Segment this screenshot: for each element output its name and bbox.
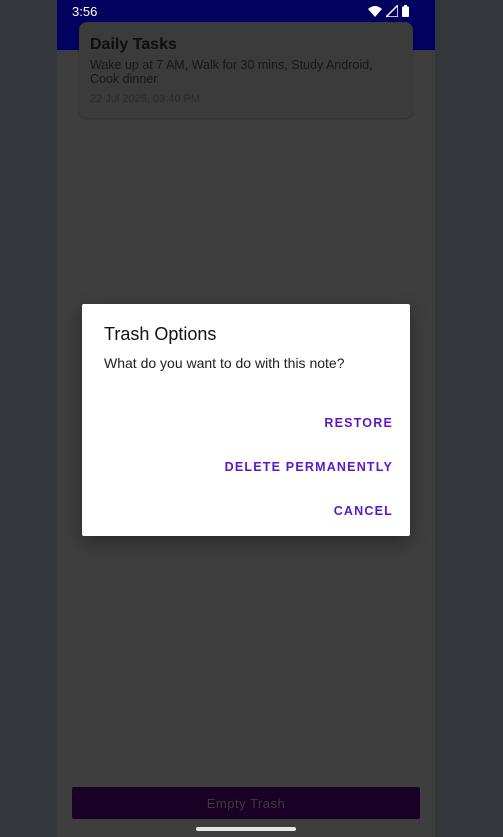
trash-options-dialog: Trash Options What do you want to do wit… bbox=[82, 304, 410, 536]
status-bar: 3:56 bbox=[57, 0, 435, 22]
delete-permanently-button[interactable]: DELETE PERMANENTLY bbox=[225, 460, 393, 474]
wifi-icon bbox=[368, 5, 382, 17]
battery-icon bbox=[402, 5, 409, 17]
cancel-button[interactable]: CANCEL bbox=[334, 504, 393, 518]
gesture-nav-handle[interactable] bbox=[196, 827, 296, 831]
dialog-title: Trash Options bbox=[104, 324, 217, 344]
note-date: 22 Jul 2025, 03:40 PM bbox=[90, 93, 201, 105]
signal-icon bbox=[386, 5, 398, 17]
status-icons bbox=[368, 5, 409, 17]
dialog-message: What do you want to do with this note? bbox=[104, 355, 345, 371]
note-body: Wake up at 7 AM, Walk for 30 mins, Study… bbox=[90, 58, 373, 86]
status-time: 3:56 bbox=[72, 4, 98, 19]
empty-trash-button[interactable]: Empty Trash bbox=[72, 787, 420, 819]
note-card[interactable]: Daily Tasks Wake up at 7 AM, Walk for 30… bbox=[79, 22, 413, 118]
restore-button[interactable]: RESTORE bbox=[324, 416, 393, 430]
note-title: Daily Tasks bbox=[90, 36, 177, 53]
